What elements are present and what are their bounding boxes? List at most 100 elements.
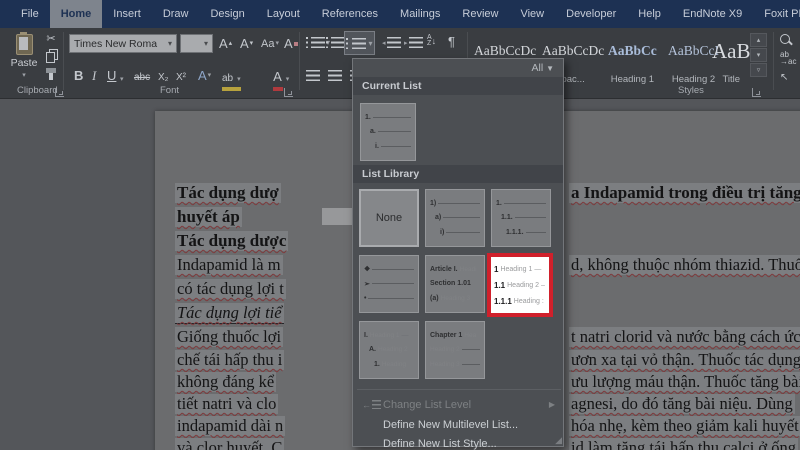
text-fragment-left[interactable]: Giống thuốc lợi: [175, 327, 284, 347]
font-dialog-launcher[interactable]: [284, 88, 293, 97]
multilevel-list-button[interactable]: ▾: [344, 31, 375, 55]
tab-home[interactable]: Home: [49, 0, 103, 28]
text-fragment-left[interactable]: indapamid dài n: [175, 416, 286, 436]
tab-design[interactable]: Design: [199, 0, 255, 28]
paste-button[interactable]: Paste ▾: [6, 32, 42, 84]
font-size-combo[interactable]: ▾: [180, 34, 213, 53]
text-fragment-right[interactable]: agnesi, do đó tăng bài niệu. Dùng: [569, 394, 795, 414]
preview-row: Chapter 1 Hea: [430, 331, 480, 339]
list-style-article-section[interactable]: Article I. Headi Section 1.01 (a) Heading 3: [425, 255, 485, 313]
font-group-label: Font: [160, 85, 180, 96]
resize-grip[interactable]: ◢: [555, 436, 562, 445]
paste-icon: [15, 32, 33, 55]
tab-foxit-pdf[interactable]: Foxit PDF: [753, 0, 800, 28]
cut-icon[interactable]: ✂: [46, 34, 55, 45]
tab-review[interactable]: Review: [451, 0, 509, 28]
list-style-none[interactable]: None: [359, 189, 419, 247]
tab-references[interactable]: References: [311, 0, 389, 28]
text-fragment-left[interactable]: Tác dụng dượ: [175, 183, 281, 203]
text-fragment-left[interactable]: có tác dụng lợi t: [175, 279, 286, 299]
underline-button[interactable]: U: [107, 68, 116, 84]
tab-insert[interactable]: Insert: [102, 0, 152, 28]
tab-help[interactable]: Help: [627, 0, 672, 28]
list-style-parenthesis[interactable]: 1) a) i): [425, 189, 485, 247]
text-fragment-left[interactable]: chế tái hấp thu i: [175, 350, 285, 370]
tab-endnote-x9[interactable]: EndNote X9: [672, 0, 753, 28]
paste-dropdown-arrow[interactable]: ▾: [22, 71, 26, 79]
styles-dialog-launcher[interactable]: [752, 88, 761, 97]
preview-heading-text: Heading: [513, 297, 540, 305]
preview-row: Section 1.01: [430, 280, 480, 288]
superscript-button[interactable]: X²: [176, 70, 186, 86]
align-left-button[interactable]: [306, 70, 320, 81]
list-style-decimal[interactable]: 1. 1.1. 1.1.1.: [491, 189, 551, 247]
decrease-indent-button[interactable]: ◂: [382, 37, 401, 48]
preview-row: 1): [430, 199, 480, 207]
styles-scroll-up[interactable]: ▴: [750, 33, 767, 47]
styles-gallery-expand[interactable]: ▿: [750, 63, 767, 77]
replace-icon[interactable]: ab →ac: [780, 51, 796, 66]
text-fragment-right[interactable]: hóa nhẹ, kèm theo giảm kali huyết: [569, 416, 800, 436]
text-fragment-left[interactable]: tiết natri và clo: [175, 394, 279, 414]
tab-draw[interactable]: Draw: [152, 0, 200, 28]
all-filter[interactable]: All ▼: [531, 62, 554, 74]
subscript-icon: X₂: [158, 72, 169, 83]
list-style-chapter[interactable]: Chapter 1 Hea Heading 2 Heading 3: [425, 321, 485, 379]
sort-button[interactable]: AZ ↓: [427, 34, 436, 47]
list-style-heading-numbered-highlighted[interactable]: 1 Heading 1— 1.1 Heading 2– 1.1.1 Heading:: [487, 253, 553, 317]
text-fragment-left[interactable]: Tác dụng lợi tiể: [175, 303, 284, 324]
subscript-button[interactable]: X₂: [158, 70, 169, 86]
text-fragment-right[interactable]: a Indapamid trong điều trị tăng: [569, 183, 800, 203]
highlight-color-button[interactable]: ab ▾: [222, 71, 241, 91]
styles-scrollbar: ▴ ▾ ▿: [750, 33, 767, 77]
select-icon[interactable]: ↖: [780, 72, 788, 83]
tab-layout[interactable]: Layout: [256, 0, 311, 28]
text-fragment-right[interactable]: t natri clorid và nước bằng cách ức: [569, 327, 800, 347]
text-fragment-left[interactable]: Tác dụng dược: [175, 231, 289, 251]
italic-button[interactable]: I: [92, 68, 96, 84]
clipboard-small-buttons: ✂: [45, 34, 58, 80]
style-chip-heading-1[interactable]: AaBbCc Heading 1: [608, 34, 657, 85]
style-chip-title[interactable]: AaB Title: [712, 34, 751, 86]
styles-scroll-down[interactable]: ▾: [750, 48, 767, 62]
align-center-button[interactable]: [328, 70, 342, 81]
font-color-button[interactable]: A ▾: [273, 69, 289, 91]
show-marks-button[interactable]: ¶: [448, 34, 455, 49]
current-list-preview[interactable]: 1. a. i.: [360, 103, 416, 161]
clear-formatting-button[interactable]: A: [284, 36, 298, 52]
text-fragment-right[interactable]: d, không thuộc nhóm thiazid. Thuốc: [569, 255, 800, 275]
tab-file[interactable]: File: [10, 0, 50, 28]
preview-number: A.: [369, 346, 376, 354]
tab-developer[interactable]: Developer: [555, 0, 627, 28]
preview-dash-line: [461, 364, 480, 366]
list-style-bullets[interactable]: ❖ ➢ •: [359, 255, 419, 313]
tab-mailings[interactable]: Mailings: [389, 0, 451, 28]
tab-view[interactable]: View: [509, 0, 555, 28]
menu-item-define-new-list-style[interactable]: Define New List Style...: [353, 434, 563, 450]
text-fragment-left[interactable]: huyết áp: [175, 207, 242, 227]
list-style-legal-heading[interactable]: I. Heading 1— A. Heading 2 1. Heading: [359, 321, 419, 379]
grow-font-button[interactable]: A ▴: [219, 36, 232, 52]
increase-indent-button[interactable]: ▸: [404, 37, 423, 48]
tabs: File Home Insert Draw Design Layout References…: [10, 0, 800, 28]
preview-row: (a) Heading 3: [430, 295, 480, 303]
menu-item-define-new-multilevel-list[interactable]: Define New Multilevel List...: [353, 415, 563, 434]
text-fragment-left[interactable]: Indapamid là m: [175, 255, 283, 275]
format-painter-icon[interactable]: [46, 68, 56, 80]
preview-row: Heading 2: [430, 346, 480, 354]
copy-icon[interactable]: [45, 49, 58, 63]
font-name-combo[interactable]: Times New Roma ▾: [69, 34, 177, 53]
text-fragment-right[interactable]: id làm tăng tái hấp thu calci ở ống: [569, 438, 798, 450]
text-fragment-left[interactable]: và clor huyết. C: [175, 438, 285, 450]
preview-trailing-mark: :: [541, 297, 544, 305]
text-effects-button[interactable]: A ▾: [198, 68, 211, 84]
text-fragment-left[interactable]: không đáng kể: [175, 372, 277, 392]
text-fragment-right[interactable]: ươn xa tại vỏ thận. Thuốc tác dụng: [569, 350, 800, 370]
find-icon[interactable]: [780, 34, 790, 44]
text-fragment-right[interactable]: ưu lượng máu thận. Thuốc tăng bài: [569, 372, 800, 392]
shrink-font-button[interactable]: A ▾: [240, 36, 253, 52]
underline-dropdown[interactable]: ▾: [120, 72, 124, 88]
change-case-button[interactable]: Aa ▾: [261, 36, 279, 52]
bold-button[interactable]: B: [74, 68, 83, 84]
strikethrough-button[interactable]: abc: [134, 70, 150, 86]
